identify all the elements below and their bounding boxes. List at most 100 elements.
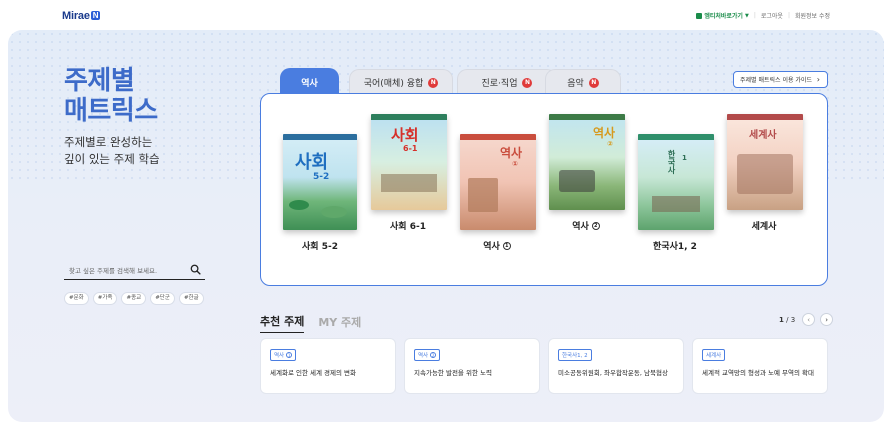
cover-strip	[727, 114, 803, 120]
book-label[interactable]: 한국사1, 2	[620, 239, 730, 252]
cover-strip	[638, 134, 714, 140]
page-indicator: 1 / 3	[779, 316, 795, 324]
tab-recommended-topics[interactable]: 추천 주제	[260, 313, 305, 333]
tab-my-topics[interactable]: MY 주제	[318, 314, 361, 333]
tab-career[interactable]: 진로·직업 N	[457, 69, 557, 95]
hashtag[interactable]: #단군	[150, 292, 175, 305]
book-cover-social-5-2[interactable]: 사회 5-2	[283, 134, 357, 230]
mteacher-link[interactable]: 엠티처바로가기 ▼	[696, 11, 749, 20]
tab-music[interactable]: 음악 N	[545, 69, 621, 95]
page-current: 1	[779, 315, 784, 324]
topic-card[interactable]: 한국사1, 2 미소공동위원회, 좌우합작운동, 남북협상	[548, 338, 684, 394]
book-label[interactable]: 세계사	[709, 219, 819, 232]
cover-strip	[371, 114, 447, 120]
recommend-tabs: 추천 주제 MY 주제	[260, 313, 361, 333]
topic-search	[64, 262, 205, 280]
hashtag-list: #문화 #가족 #종교 #단군 #한글	[64, 292, 204, 305]
cover-art	[321, 206, 347, 218]
caret-down-icon: ▼	[744, 12, 749, 19]
volume-circle: 2	[430, 352, 437, 358]
cover-subtitle: 1	[682, 154, 687, 162]
chip-label: 세계사	[706, 353, 722, 359]
book-label[interactable]: 사회 6-1	[353, 219, 463, 232]
mirae-logo[interactable]: Mirae N	[62, 10, 101, 22]
new-badge: N	[522, 77, 533, 88]
cover-strip	[460, 134, 536, 140]
topic-card[interactable]: 역사 2 지속가능한 발전을 위한 노력	[404, 338, 540, 394]
book-cover-korean-history[interactable]: 한국사 1	[638, 134, 714, 230]
hashtag[interactable]: #문화	[64, 292, 89, 305]
hashtag[interactable]: #한글	[178, 292, 204, 305]
logo-text: Mirae	[62, 10, 90, 22]
divider: |	[787, 12, 790, 19]
chip-label: 역사	[274, 353, 285, 359]
chevron-right-icon: ›	[825, 315, 829, 324]
top-links: 엠티처바로가기 ▼ | 로그아웃 | 회원정보 수정	[696, 11, 830, 20]
title-line-1: 주제별	[64, 66, 135, 96]
hashtag[interactable]: #가족	[92, 292, 118, 305]
tab-label: 진로·직업	[481, 79, 518, 89]
divider: |	[753, 12, 756, 19]
logout-link[interactable]: 로그아웃	[761, 11, 783, 20]
subject-chip: 역사 2	[414, 349, 441, 361]
page-total: / 3	[786, 315, 796, 324]
cover-title: 세계사	[749, 130, 777, 141]
cover-art	[381, 174, 437, 192]
tab-label: 음악	[567, 79, 584, 89]
book-cover-world-history[interactable]: 세계사	[727, 114, 803, 210]
topic-search-input[interactable]	[69, 264, 185, 278]
prev-page-button[interactable]: ‹	[802, 313, 816, 326]
new-badge: N	[428, 77, 439, 88]
title-line-2: 매트릭스	[64, 96, 158, 126]
mteacher-link-label: 엠티처바로가기	[704, 13, 743, 20]
search-icon[interactable]	[190, 264, 201, 275]
cover-subtitle: 6-1	[403, 144, 418, 153]
cover-subtitle: ②	[607, 140, 613, 148]
book-label[interactable]: 사회 5-2	[265, 239, 375, 252]
subtitle-line-2: 깊이 있는 주제 학습	[64, 152, 160, 166]
new-badge: N	[588, 77, 599, 88]
hashtag[interactable]: #종교	[121, 292, 147, 305]
book-cover-history-1[interactable]: 역사 ①	[460, 134, 536, 230]
book-label-text: 사회 5-2	[302, 242, 338, 252]
cover-strip	[549, 114, 625, 120]
next-page-button[interactable]: ›	[820, 313, 834, 326]
tab-korean-media[interactable]: 국어(매체) 융합 N	[349, 69, 453, 95]
edit-profile-link[interactable]: 회원정보 수정	[795, 11, 830, 20]
cover-art	[652, 196, 700, 212]
subject-chip: 한국사1, 2	[558, 349, 592, 361]
cover-title: 역사	[500, 146, 523, 160]
tab-history[interactable]: 역사	[280, 68, 339, 96]
topic-card[interactable]: 세계사 세계적 교역망의 형성과 노예 무역의 확대	[692, 338, 828, 394]
book-label-text: 역사	[483, 242, 500, 252]
chip-label: 역사	[418, 353, 429, 359]
book-label-text: 한국사1, 2	[653, 242, 697, 252]
topic-title: 세계적 교역망의 형성과 노예 무역의 확대	[702, 369, 814, 377]
book-label-text: 사회 6-1	[390, 222, 426, 232]
tab-label: 역사	[301, 79, 318, 89]
book-label-text: 세계사	[751, 222, 777, 232]
book-cover-social-6-1[interactable]: 사회 6-1	[371, 114, 447, 210]
cover-art	[468, 178, 498, 212]
cover-art	[289, 200, 309, 210]
matrix-guide-button[interactable]: 주제별 매트릭스 이용 가이드 ›	[733, 71, 828, 88]
cover-title: 역사	[593, 126, 616, 140]
guide-label: 주제별 매트릭스 이용 가이드	[740, 77, 812, 84]
cover-art	[559, 170, 595, 192]
book-cover-history-2[interactable]: 역사 ②	[549, 114, 625, 210]
cover-title: 사회	[295, 152, 329, 173]
textbook-panel: 사회 5-2 사회 5-2 사회 6-1 사회 6-1 역사 ① 역사 1 역사…	[260, 93, 828, 286]
cover-art	[737, 154, 793, 194]
logo-badge: N	[90, 11, 101, 20]
cover-title: 한국사	[667, 150, 676, 174]
book-label[interactable]: 역사 2	[531, 219, 641, 232]
page-subtitle: 주제별로 완성하는 깊이 있는 주제 학습	[64, 134, 160, 168]
book-label-text: 역사	[572, 222, 589, 232]
topic-title: 지속가능한 발전을 위한 노력	[414, 369, 492, 377]
book-label[interactable]: 역사 1	[442, 239, 552, 252]
subject-chip: 역사 1	[270, 349, 297, 361]
chevron-left-icon: ‹	[807, 315, 811, 324]
topic-card[interactable]: 역사 1 세계화로 인한 세계 경제의 변화	[260, 338, 396, 394]
volume-circle: 1	[286, 352, 293, 358]
chip-label: 한국사1, 2	[562, 353, 588, 359]
